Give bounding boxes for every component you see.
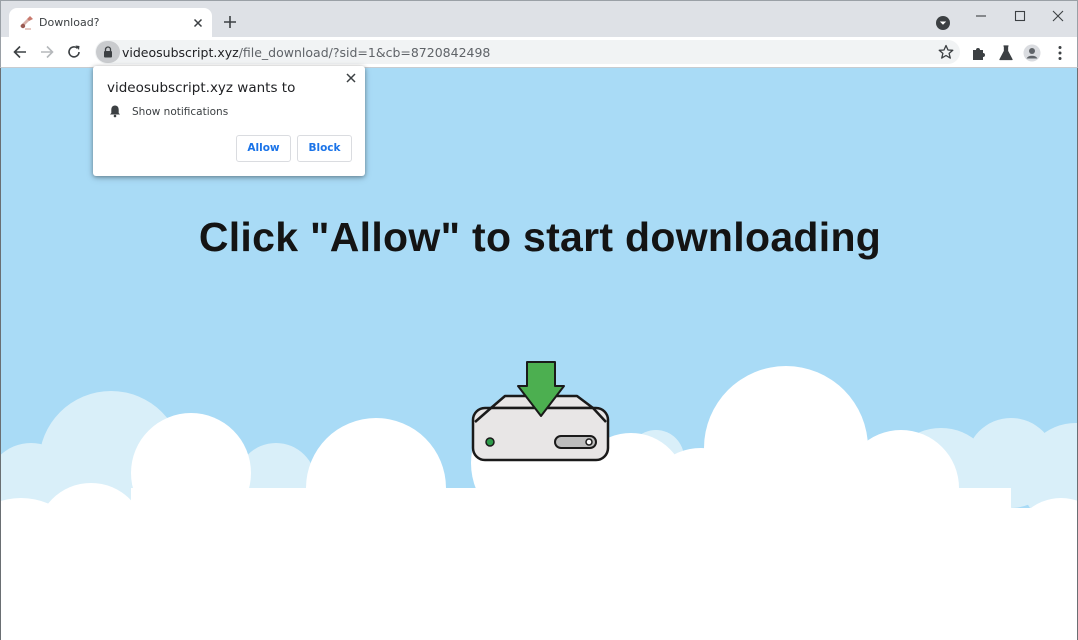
- popup-title: videosubscript.xyz wants to: [107, 80, 296, 96]
- new-tab-plus-icon[interactable]: [222, 14, 238, 30]
- bell-icon: [110, 105, 120, 118]
- url-text: videosubscript.xyz/file_download/?sid=1&…: [122, 45, 490, 60]
- url-domain: videosubscript.xyz: [122, 45, 239, 60]
- tab-favicon-icon: [20, 16, 33, 30]
- permission-label: Show notifications: [132, 106, 229, 118]
- browser-toolbar: videosubscript.xyz/file_download/?sid=1&…: [0, 37, 1078, 68]
- tab-close-icon[interactable]: [191, 16, 205, 30]
- active-tab[interactable]: Download?: [9, 8, 212, 38]
- window-close-icon[interactable]: [1049, 7, 1067, 25]
- profile-avatar-icon[interactable]: [1023, 44, 1041, 62]
- address-bar[interactable]: videosubscript.xyz/file_download/?sid=1&…: [95, 40, 960, 64]
- reload-icon[interactable]: [65, 43, 83, 61]
- extensions-puzzle-icon[interactable]: [970, 44, 988, 62]
- hard-drive-download-icon: [471, 361, 610, 462]
- more-menu-icon[interactable]: [1051, 44, 1069, 62]
- url-path: /file_download/?sid=1&cb=8720842498: [238, 45, 491, 60]
- notification-permission-popup: videosubscript.xyz wants to Show notific…: [93, 66, 365, 176]
- back-arrow-icon[interactable]: [11, 43, 29, 61]
- download-headline: Click "Allow" to start downloading: [198, 214, 882, 260]
- lock-icon: [104, 46, 112, 58]
- minimize-icon[interactable]: [972, 7, 990, 25]
- labs-flask-icon[interactable]: [997, 44, 1015, 62]
- tab-search-chevron-icon[interactable]: [935, 15, 951, 31]
- allow-button[interactable]: Allow: [236, 135, 291, 162]
- maximize-icon[interactable]: [1011, 7, 1029, 25]
- tab-title: Download?: [39, 16, 100, 29]
- block-button[interactable]: Block: [297, 135, 352, 162]
- popup-close-icon[interactable]: [345, 72, 357, 84]
- tab-strip: Download?: [0, 0, 1078, 38]
- site-info-button[interactable]: [96, 41, 120, 63]
- bookmark-star-icon[interactable]: [938, 44, 954, 60]
- forward-arrow-icon[interactable]: [38, 43, 56, 61]
